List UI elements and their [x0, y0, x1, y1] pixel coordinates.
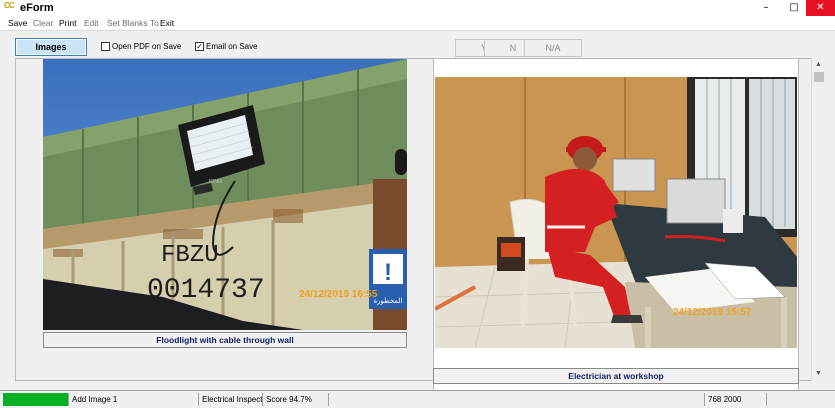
app-logo-icon: CC	[4, 1, 15, 10]
menu-print[interactable]: Print	[59, 18, 76, 28]
image-2-caption: Electrician at workshop	[433, 368, 799, 384]
timestamp-1: 24/12/2019 16:55	[299, 289, 378, 300]
svg-text:!: !	[384, 259, 392, 286]
scroll-up-icon[interactable]: ▲	[812, 58, 825, 71]
status-score: Score 94.7%	[262, 393, 328, 406]
menu-save[interactable]: Save	[8, 18, 27, 28]
container-code-text: FBZU	[161, 242, 219, 269]
status-action: Add Image 1	[68, 393, 198, 406]
scroll-down-icon[interactable]: ▼	[812, 367, 825, 380]
status-progress-bar	[3, 393, 68, 406]
menu-exit[interactable]: Exit	[160, 18, 174, 28]
sign-text: المخطورة	[373, 297, 402, 305]
menu-edit[interactable]: Edit	[84, 18, 99, 28]
minimize-button[interactable]: –	[752, 0, 780, 16]
close-button[interactable]: ✕	[806, 0, 835, 16]
vertical-scrollbar[interactable]: ▲ ▼	[811, 58, 825, 381]
floodlight-photo: ! المخطورة FBZU 0014737 IONIX 24/12/2019…	[43, 59, 407, 330]
menu-clear[interactable]: Clear	[33, 18, 53, 28]
status-bar: Add Image 1 Electrical Inspect Score 94.…	[0, 390, 835, 408]
container-number-text: 0014737	[147, 275, 265, 306]
open-pdf-label: Open PDF on Save	[112, 42, 182, 51]
images-button[interactable]: Images	[15, 38, 87, 56]
window-title: eForm	[20, 2, 54, 14]
menu-set-blanks-to[interactable]: Set Blanks To	[107, 18, 159, 28]
email-on-save-checkbox[interactable]: ✓	[195, 42, 204, 51]
image-1-caption: Floodlight with cable through wall	[43, 332, 407, 348]
email-on-save-label: Email on Save	[206, 42, 258, 51]
answer-na-button[interactable]: N/A	[524, 39, 582, 57]
status-blank	[328, 393, 704, 406]
status-category: Electrical Inspect	[198, 393, 262, 406]
image-floodlight[interactable]: ! المخطورة FBZU 0014737 IONIX 24/12/2019…	[43, 59, 407, 330]
timestamp-2: 24/12/2019 15:57	[673, 307, 752, 318]
status-extra	[766, 393, 832, 406]
form-area: Images Open PDF on Save ✓ Email on Save …	[0, 30, 835, 394]
image-electrician[interactable]: 24/12/2019 15:57	[435, 77, 797, 348]
electrician-photo: 24/12/2019 15:57	[435, 77, 797, 348]
status-resolution: 768 2000	[704, 393, 766, 406]
maximize-button[interactable]: □	[780, 0, 808, 16]
menu-bar: Save Clear Print Edit Set Blanks To Exit	[0, 16, 835, 30]
open-pdf-checkbox[interactable]	[101, 42, 110, 51]
title-bar: CC eForm – □ ✕	[0, 0, 835, 16]
scroll-thumb[interactable]	[814, 72, 824, 82]
